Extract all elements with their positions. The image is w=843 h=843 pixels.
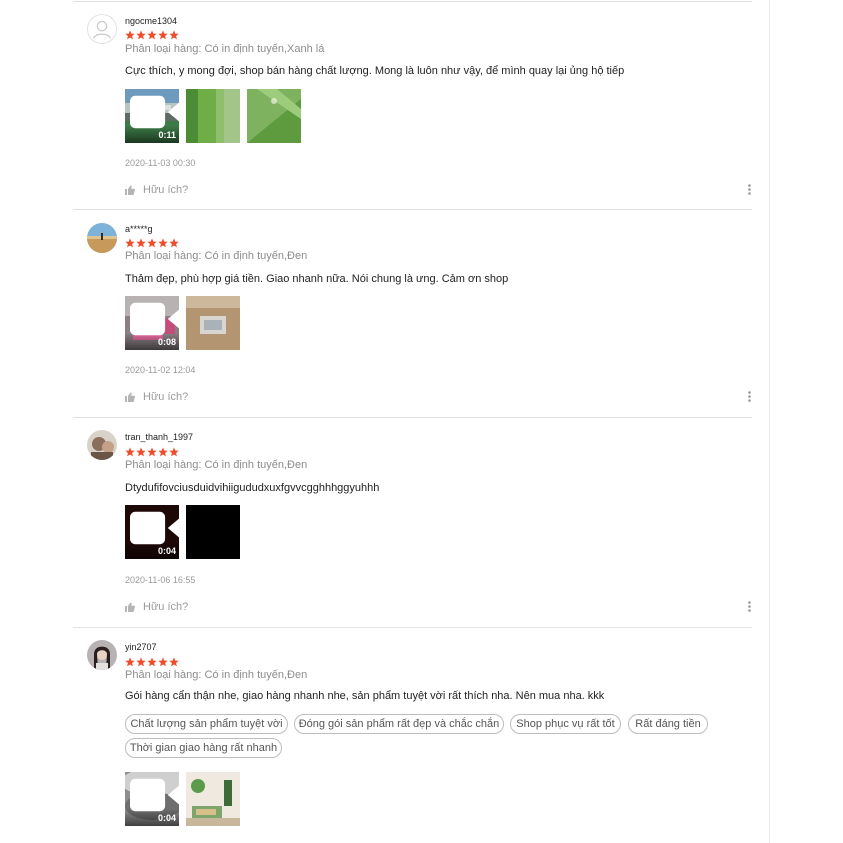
product-variation: Phân loại hàng: Có in định tuyến,Đen xyxy=(125,669,308,681)
review-media: 0:08 xyxy=(125,296,240,350)
rating-stars xyxy=(125,238,179,248)
review-media: 0:04 xyxy=(125,505,240,559)
product-variation: Phân loại hàng: Có in định tuyến,Đen xyxy=(125,250,308,262)
star-icon xyxy=(169,238,179,248)
video-thumbnail[interactable]: 0:11 xyxy=(125,89,179,143)
helpful-label: Hữu ích? xyxy=(143,601,189,613)
video-thumbnail[interactable]: 0:08 xyxy=(125,296,179,350)
star-icon xyxy=(136,238,146,248)
review-comment: Thảm đẹp, phù hợp giá tiền. Giao nhanh n… xyxy=(125,273,509,285)
review-item: tran_thanh_1997 Phân loại hàng: Có in đị… xyxy=(73,418,752,628)
star-icon xyxy=(147,447,157,457)
helpful-button[interactable]: Hữu ích? xyxy=(125,391,188,403)
user-avatar[interactable] xyxy=(87,430,117,460)
review-comment: Dtydufifovciusduidvihiigududxuxfgvvcgghh… xyxy=(125,482,380,494)
video-thumbnail[interactable]: 0:04 xyxy=(125,772,179,826)
more-options-icon[interactable] xyxy=(748,601,751,612)
star-icon xyxy=(125,30,135,40)
star-icon xyxy=(136,657,146,667)
star-icon xyxy=(158,447,168,457)
helpful-label: Hữu ích? xyxy=(143,184,189,196)
review-tag[interactable]: Rất đáng tiền xyxy=(628,714,708,734)
helpful-label: Hữu ích? xyxy=(143,391,189,403)
user-avatar[interactable] xyxy=(87,223,117,253)
video-thumbnail[interactable]: 0:04 xyxy=(125,505,179,559)
review-item: a*****g Phân loại hàng: Có in định tuyến… xyxy=(73,210,752,418)
star-icon xyxy=(158,238,168,248)
review-comment: Gói hàng cẩn thận nhe, giao hàng nhanh n… xyxy=(125,690,605,702)
review-tag[interactable]: Shop phục vụ rất tốt xyxy=(510,714,621,734)
review-item: ngocme1304 Phân loại hàng: Có in định tu… xyxy=(73,0,752,210)
review-photo[interactable] xyxy=(186,772,240,826)
product-variation: Phân loại hàng: Có in định tuyến,Xanh lá xyxy=(125,43,325,55)
star-icon xyxy=(125,238,135,248)
review-date: 2020-11-03 00:30 xyxy=(125,158,196,168)
star-icon xyxy=(136,30,146,40)
more-options-icon[interactable] xyxy=(748,391,751,402)
thumbs-up-icon xyxy=(125,602,135,612)
helpful-button[interactable]: Hữu ích? xyxy=(125,601,188,613)
rating-stars xyxy=(125,447,179,457)
star-icon xyxy=(158,657,168,667)
review-photo[interactable] xyxy=(247,89,301,143)
review-media: 0:04 xyxy=(125,772,240,826)
review-media: 0:11 xyxy=(125,89,301,143)
review-author[interactable]: a*****g xyxy=(125,224,153,234)
star-icon xyxy=(169,657,179,667)
more-options-icon[interactable] xyxy=(748,184,751,195)
review-tag[interactable]: Chất lượng sản phẩm tuyệt vời xyxy=(125,714,288,734)
review-comment: Cực thích, y mong đợi, shop bán hàng chấ… xyxy=(125,65,625,77)
user-avatar[interactable] xyxy=(87,640,117,670)
review-date: 2020-11-06 16:55 xyxy=(125,575,196,585)
video-duration: 0:11 xyxy=(158,130,176,140)
review-date: 2020-11-02 12:04 xyxy=(125,365,196,375)
review-author[interactable]: ngocme1304 xyxy=(125,16,177,26)
video-duration: 0:04 xyxy=(157,813,176,823)
video-duration: 0:08 xyxy=(157,337,176,347)
review-author[interactable]: tran_thanh_1997 xyxy=(125,432,193,442)
star-icon xyxy=(158,30,168,40)
review-photo[interactable] xyxy=(186,505,240,559)
star-icon xyxy=(147,657,157,667)
page-right-border xyxy=(769,0,770,843)
review-tags: Chất lượng sản phẩm tuyệt vời Đóng gói s… xyxy=(125,714,745,758)
video-duration: 0:04 xyxy=(157,546,176,556)
star-icon xyxy=(169,447,179,457)
star-icon xyxy=(125,657,135,667)
product-variation: Phân loại hàng: Có in định tuyến,Đen xyxy=(125,459,308,471)
star-icon xyxy=(125,447,135,457)
rating-stars xyxy=(125,30,179,40)
review-photo[interactable] xyxy=(186,89,240,143)
review-item: yin2707 Phân loại hàng: Có in định tuyến… xyxy=(73,628,752,843)
default-user-icon[interactable] xyxy=(87,14,117,44)
star-icon xyxy=(147,238,157,248)
star-icon xyxy=(169,30,179,40)
star-icon xyxy=(136,447,146,457)
thumbs-up-icon xyxy=(125,185,135,195)
star-icon xyxy=(147,30,157,40)
review-tag[interactable]: Đóng gói sản phẩm rất đẹp và chắc chắn xyxy=(294,714,504,734)
rating-stars xyxy=(125,657,179,667)
helpful-button[interactable]: Hữu ích? xyxy=(125,184,188,196)
review-author[interactable]: yin2707 xyxy=(125,642,157,652)
review-photo[interactable] xyxy=(186,296,240,350)
thumbs-up-icon xyxy=(125,392,135,402)
review-tag[interactable]: Thời gian giao hàng rất nhanh xyxy=(125,738,282,758)
